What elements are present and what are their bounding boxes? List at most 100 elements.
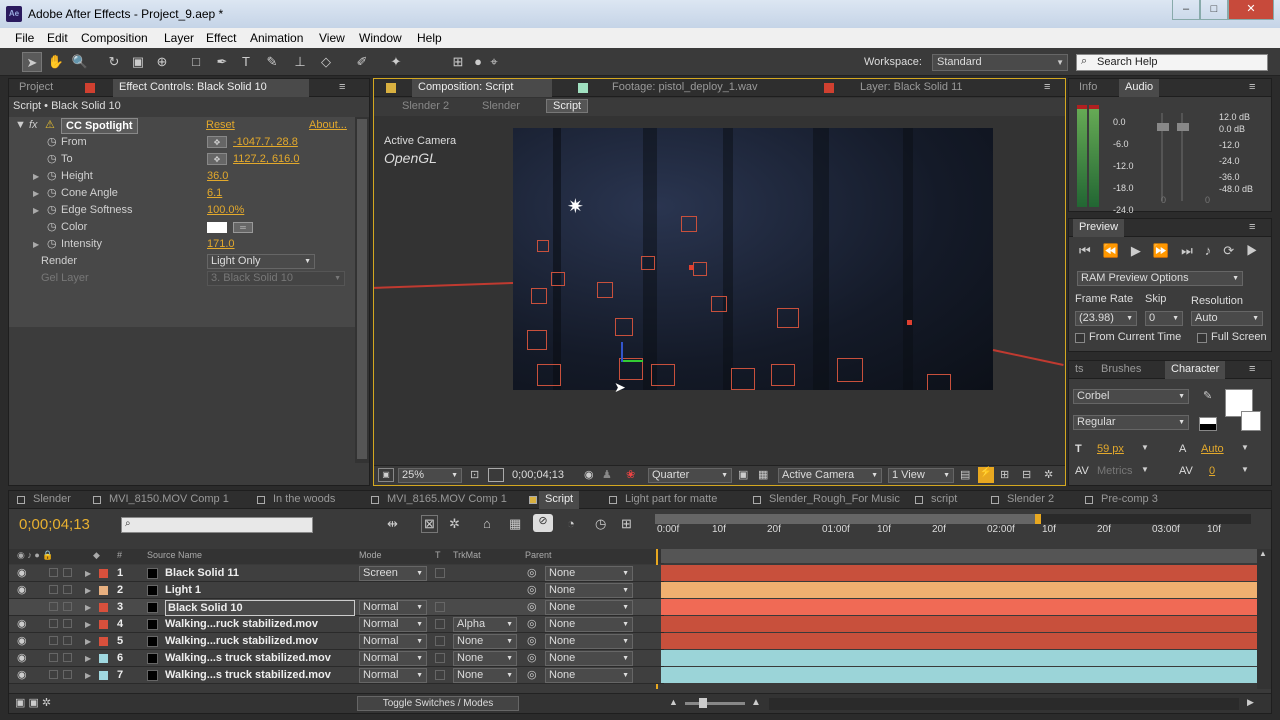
solo-toggle[interactable] [49,670,58,679]
menu-view[interactable]: View [319,31,345,45]
blend-mode-dropdown[interactable]: Normal [359,600,427,615]
eye-icon[interactable]: ◉ [17,633,27,650]
zoom-tool-icon[interactable]: 🔍 [70,52,90,72]
fast-previews-icon[interactable]: ▣ [738,468,748,481]
eye-icon[interactable]: ◉ [17,616,27,633]
auto-keyframe-icon[interactable]: ◔ [567,516,575,531]
dropdown-arrow-icon[interactable]: ▼ [1241,465,1249,474]
light-icon[interactable]: ✷ [567,194,584,219]
layer-switches-icon[interactable]: ▣ ▣ ✲ [15,696,51,709]
motion-blur-icon[interactable]: ▦ [509,516,521,532]
menu-help[interactable]: Help [417,31,442,45]
expand-triangle-icon[interactable]: ▶ [85,650,91,667]
pan-behind-tool-icon[interactable]: ⊕ [152,52,172,72]
puppet-tool-icon[interactable]: ✦ [386,52,406,72]
track-matte-dropdown[interactable]: None [453,668,517,683]
col-source-name[interactable]: Source Name [147,550,202,560]
point-crosshair-icon[interactable]: ✥ [207,153,227,165]
menu-file[interactable]: File [15,31,34,45]
expand-triangle-icon[interactable]: ▶ [33,168,39,185]
parent-dropdown[interactable]: None [545,600,633,615]
stopwatch-icon[interactable]: ◷ [47,134,57,151]
blend-mode-dropdown[interactable]: Normal [359,668,427,683]
breadcrumb-item[interactable]: Slender [482,100,520,112]
zoom-out-icon[interactable]: ▲ [669,697,678,707]
pen-tool-icon[interactable]: ✒ [212,52,232,72]
blend-mode-dropdown[interactable]: Normal [359,651,427,666]
type-tool-icon[interactable]: T [236,52,256,72]
timeline-tab[interactable]: Pre-comp 3 [1095,491,1164,509]
timeline-tab[interactable]: Slender 2 [1001,491,1060,509]
breadcrumb-item[interactable]: Slender 2 [402,100,449,112]
next-frame-icon[interactable]: ⏩ [1153,243,1181,258]
track-matte-dropdown[interactable]: None [453,651,517,666]
graph-editor-icon[interactable]: ⊞ [621,516,632,532]
pickwhip-icon[interactable]: ◎ [527,616,537,633]
preserve-transparency-toggle[interactable] [435,602,445,612]
tab-audio[interactable]: Audio [1119,79,1160,97]
audio-toggle-icon[interactable]: ♪ [1205,243,1224,258]
dropdown-arrow-icon[interactable]: ▼ [1141,443,1149,452]
eyedropper-icon[interactable]: ═ [233,222,253,233]
pickwhip-icon[interactable]: ◎ [527,650,537,667]
solo-toggle[interactable] [49,619,58,628]
channel-icon[interactable]: ❀ [626,468,635,481]
preserve-transparency-toggle[interactable] [435,670,445,680]
minimize-button[interactable]: – [1172,0,1200,20]
blend-mode-dropdown[interactable]: Normal [359,634,427,649]
layer-row[interactable]: ◉ ▶ 4 Walking...ruck stabilized.mov Normal Al… [9,616,664,633]
label-color-swatch[interactable] [99,620,108,629]
search-help-input[interactable]: Search Help [1076,54,1268,71]
tracking-value[interactable]: 0 [1209,465,1215,477]
layer-row[interactable]: ◉ ▶ 1 Black Solid 11 Screen ◎ None [9,565,664,582]
hide-shy-icon[interactable]: ✲ [449,516,460,532]
track-matte-dropdown[interactable]: None [453,634,517,649]
dropdown-arrow-icon[interactable]: ▼ [1241,443,1249,452]
lock-toggle[interactable] [63,636,72,645]
tab-preview[interactable]: Preview [1073,219,1125,237]
slider-handle[interactable] [1177,123,1189,131]
col-mode[interactable]: Mode [359,550,382,560]
parent-dropdown[interactable]: None [545,617,633,632]
camera-tool-icon[interactable]: ▣ [128,52,148,72]
pickwhip-icon[interactable]: ◎ [527,565,537,582]
stroke-color-swatch[interactable] [1241,411,1261,431]
ram-preview-dropdown[interactable]: RAM Preview Options [1077,271,1243,286]
time-ruler[interactable]: 0:00f 10f 20f 01:00f 10f 20f 02:00f 10f 20f 03:00… [655,524,1251,538]
layer-row[interactable]: ◉ ▶ 2 Light 1 ◎ None [9,582,664,599]
stopwatch-icon[interactable]: ◷ [595,516,606,532]
param-value[interactable]: 1127.2, 616.0 [233,151,299,168]
pickwhip-icon[interactable]: ◎ [527,582,537,599]
safe-zones-icon[interactable]: ⊡ [470,468,479,481]
track-matte-dropdown[interactable]: Alpha [453,617,517,632]
timeline-tab[interactable]: Script [539,491,580,509]
pickwhip-icon[interactable]: ◎ [527,667,537,684]
layer-name[interactable]: Walking...s truck stabilized.mov [165,667,331,684]
layer-row[interactable]: ◉ ▶ 6 Walking...s truck stabilized.mov Norma… [9,650,664,667]
layer-duration-bar[interactable] [661,616,1257,632]
zoom-slider-handle[interactable] [699,698,707,708]
skip-dropdown[interactable]: 0 [1145,311,1183,326]
lock-toggle[interactable] [63,670,72,679]
param-value[interactable]: 36.0 [207,168,228,185]
expand-triangle-icon[interactable]: ▶ [85,667,91,684]
effect-name[interactable]: CC Spotlight [61,118,138,134]
full-screen-checkbox[interactable] [1197,333,1207,343]
tab-paragraph[interactable]: ts [1069,361,1090,379]
color-swatch[interactable] [207,222,227,233]
label-color-swatch[interactable] [99,603,108,612]
tab-effect-controls[interactable]: Effect Controls: Black Solid 10 [113,79,309,97]
timeline-vscroll[interactable]: ▲ [1257,549,1271,689]
comp-viewer[interactable]: ✷ [513,128,993,390]
preserve-transparency-toggle[interactable] [435,568,445,578]
label-color-swatch[interactable] [99,569,108,578]
layer-name[interactable]: Black Solid 10 [165,600,355,616]
timeline-tab[interactable]: MVI_8165.MOV Comp 1 [381,491,513,509]
menu-composition[interactable]: Composition [81,31,148,45]
leading-value[interactable]: Auto [1201,443,1224,455]
frame-blend-icon[interactable]: ⌂ [483,516,491,531]
col-number[interactable]: # [117,550,122,560]
tab-info[interactable]: Info [1073,79,1103,97]
timeline-zoom-slider[interactable] [685,702,745,705]
render-dropdown[interactable]: Light Only [207,254,315,269]
